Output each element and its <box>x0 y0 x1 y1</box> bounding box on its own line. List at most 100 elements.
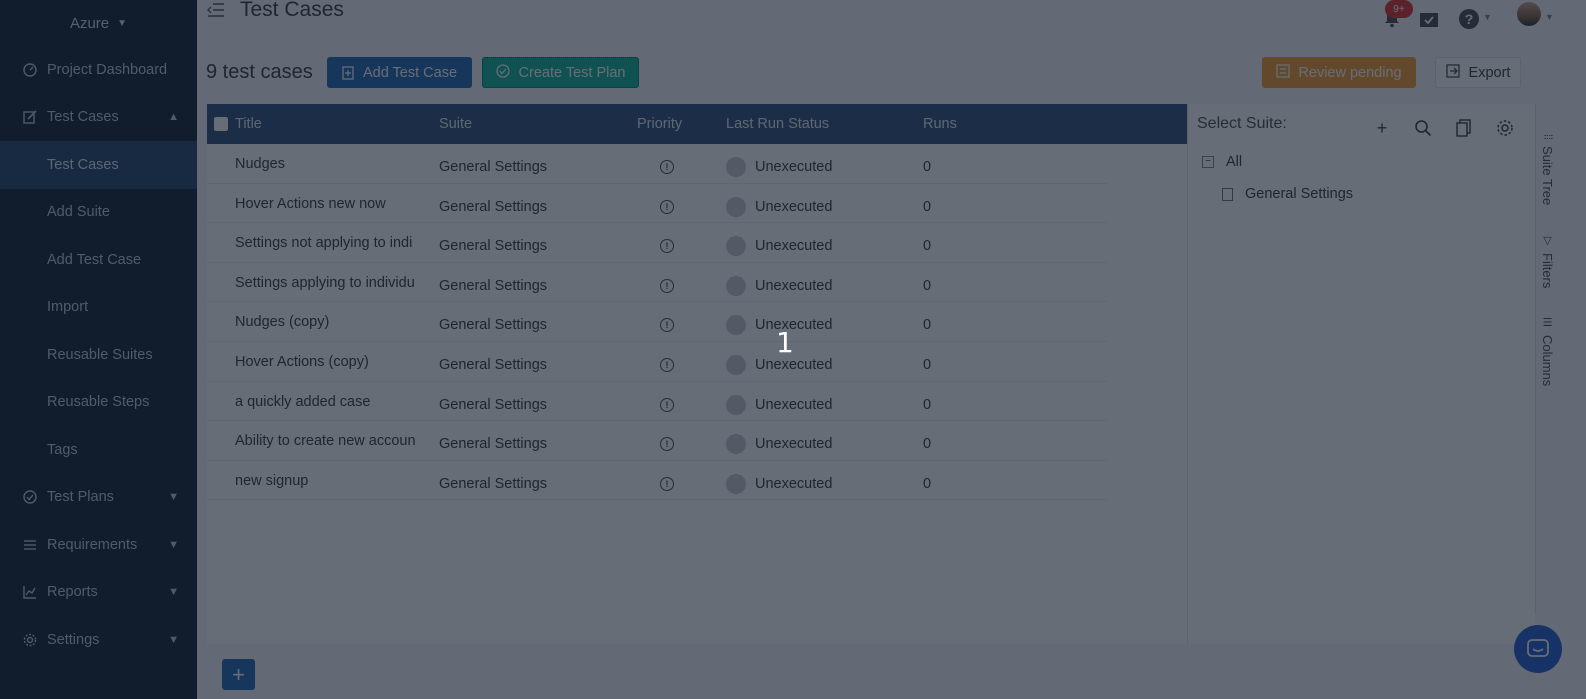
review-pending-button[interactable]: Review pending <box>1262 57 1416 88</box>
add-test-case-label: Add Test Case <box>362 64 458 81</box>
list-icon <box>22 537 38 553</box>
sidebar-subitem-test-cases[interactable]: Test Cases <box>0 141 197 189</box>
add-test-case-button[interactable]: Add Test Case <box>327 57 472 88</box>
row-suite: General Settings <box>439 475 548 492</box>
row-runs: 0 <box>923 198 932 215</box>
sidebar-item-label: Test Cases <box>47 109 119 126</box>
column-header-last-run-status[interactable]: Last Run Status <box>726 116 829 132</box>
sidebar-item-test-cases[interactable]: Test Cases ▲ <box>0 94 197 142</box>
sidebar-item-label: Tags <box>47 441 78 458</box>
table-row[interactable]: Settings not applying to indi General Se… <box>207 223 1107 263</box>
plus-icon[interactable]: + <box>1372 118 1392 138</box>
row-title[interactable]: a quickly added case <box>235 394 417 410</box>
table-row[interactable]: new signup General Settings ! Unexecuted… <box>207 461 1107 501</box>
collapse-icon[interactable]: − <box>1202 156 1214 168</box>
row-suite: General Settings <box>439 277 548 294</box>
add-button[interactable]: + <box>222 659 255 690</box>
row-title[interactable]: Hover Actions new now <box>235 196 417 212</box>
status-icon <box>726 196 746 217</box>
row-runs: 0 <box>923 238 932 255</box>
table-row[interactable]: Hover Actions new now General Settings !… <box>207 184 1107 224</box>
column-header-title[interactable]: Title <box>235 116 262 132</box>
tab-columns[interactable]: ☰ Columns <box>1540 316 1555 386</box>
column-header-runs[interactable]: Runs <box>923 116 957 132</box>
select-all-checkbox[interactable] <box>214 117 228 131</box>
sidebar-item-label: Requirements <box>47 536 138 553</box>
calendar-check-icon[interactable] <box>1419 10 1439 28</box>
row-title[interactable]: Nudges (copy) <box>235 314 417 330</box>
suite-panel: Select Suite: + − All General Settings <box>1187 104 1535 644</box>
sidebar-subitem-reusable-steps[interactable]: Reusable Steps <box>0 379 197 427</box>
chevron-down-icon: ▼ <box>168 633 179 646</box>
status-icon <box>726 473 746 494</box>
priority-info-icon: ! <box>660 278 674 293</box>
table-row[interactable]: Hover Actions (copy) General Settings ! … <box>207 342 1107 382</box>
suite-tree-all-label: All <box>1226 154 1243 170</box>
chart-icon <box>22 584 38 600</box>
sidebar-item-settings[interactable]: Settings ▼ <box>0 616 197 664</box>
row-title[interactable]: Settings applying to individu <box>235 275 417 291</box>
status-icon <box>726 394 746 415</box>
filter-icon: ▽ <box>1541 234 1553 247</box>
sidebar-item-label: Test Plans <box>47 489 114 506</box>
sidebar-subitem-tags[interactable]: Tags <box>0 426 197 474</box>
workspace-selector[interactable]: Azure ▼ <box>0 0 197 46</box>
suite-tree-item[interactable]: General Settings <box>1222 186 1353 202</box>
copy-icon[interactable] <box>1454 118 1474 138</box>
review-pending-label: Review pending <box>1298 64 1402 81</box>
row-status: Unexecuted <box>755 238 833 255</box>
table-row[interactable]: Nudges General Settings ! Unexecuted 0 <box>207 144 1107 184</box>
sidebar-item-label: Settings <box>47 631 100 648</box>
row-runs: 0 <box>923 436 932 453</box>
sidebar-subitem-import[interactable]: Import <box>0 284 197 332</box>
help-icon[interactable]: ? <box>1459 9 1479 29</box>
sidebar-item-reports[interactable]: Reports ▼ <box>0 569 197 617</box>
avatar[interactable] <box>1517 2 1541 26</box>
toolbar: 9 test cases Add Test Case Create Test P… <box>197 57 1586 89</box>
menu-toggle-icon[interactable] <box>207 2 225 18</box>
row-title[interactable]: new signup <box>235 473 417 489</box>
export-icon <box>1445 63 1460 82</box>
export-button[interactable]: Export <box>1435 57 1521 88</box>
row-runs: 0 <box>923 475 932 492</box>
row-suite: General Settings <box>439 396 548 413</box>
column-header-suite[interactable]: Suite <box>439 116 472 132</box>
row-status: Unexecuted <box>755 436 833 453</box>
sidebar-subitem-add-suite[interactable]: Add Suite <box>0 189 197 237</box>
table-row[interactable]: Nudges (copy) General Settings ! Unexecu… <box>207 302 1107 342</box>
table-row[interactable]: Ability to create new accoun General Set… <box>207 421 1107 461</box>
table-row[interactable]: Settings applying to individu General Se… <box>207 263 1107 303</box>
row-suite: General Settings <box>439 238 548 255</box>
gear-icon <box>22 632 38 648</box>
check-circle-icon <box>22 489 38 505</box>
gear-icon[interactable] <box>1495 118 1515 138</box>
sidebar: Azure ▼ Project Dashboard Test Cases ▲ T… <box>0 0 197 699</box>
row-title[interactable]: Nudges <box>235 156 417 172</box>
sidebar-item-label: Project Dashboard <box>47 61 168 78</box>
caret-down-icon: ▼ <box>1545 12 1554 22</box>
row-title[interactable]: Settings not applying to indi <box>235 235 417 251</box>
export-label: Export <box>1468 64 1511 81</box>
sidebar-item-project-dashboard[interactable]: Project Dashboard <box>0 46 197 94</box>
sidebar-item-requirements[interactable]: Requirements ▼ <box>0 521 197 569</box>
row-title[interactable]: Ability to create new accoun <box>235 433 417 449</box>
create-test-plan-button[interactable]: Create Test Plan <box>482 57 639 88</box>
row-title[interactable]: Hover Actions (copy) <box>235 354 417 370</box>
row-suite: General Settings <box>439 436 548 453</box>
sidebar-item-label: Add Suite <box>47 204 110 221</box>
suite-tree-all[interactable]: − All <box>1202 154 1242 170</box>
status-icon <box>726 157 746 177</box>
sidebar-subitem-reusable-suites[interactable]: Reusable Suites <box>0 331 197 379</box>
table-row[interactable]: a quickly added case General Settings ! … <box>207 382 1107 422</box>
row-runs: 0 <box>923 159 932 175</box>
sidebar-item-test-plans[interactable]: Test Plans ▼ <box>0 474 197 522</box>
chat-icon[interactable] <box>1514 625 1562 673</box>
tab-filters[interactable]: ▽ Filters <box>1540 234 1555 288</box>
side-tabs: ⁞⁞ Suite Tree ▽ Filters ☰ Columns <box>1535 104 1565 614</box>
column-header-priority[interactable]: Priority <box>637 116 682 132</box>
tree-icon: ⁞⁞ <box>1541 134 1554 141</box>
top-bar: Test Cases 9+ ? ▼ ▼ <box>197 0 1586 30</box>
search-icon[interactable] <box>1413 118 1433 138</box>
tab-suite-tree[interactable]: ⁞⁞ Suite Tree <box>1540 134 1555 205</box>
sidebar-subitem-add-test-case[interactable]: Add Test Case <box>0 236 197 284</box>
